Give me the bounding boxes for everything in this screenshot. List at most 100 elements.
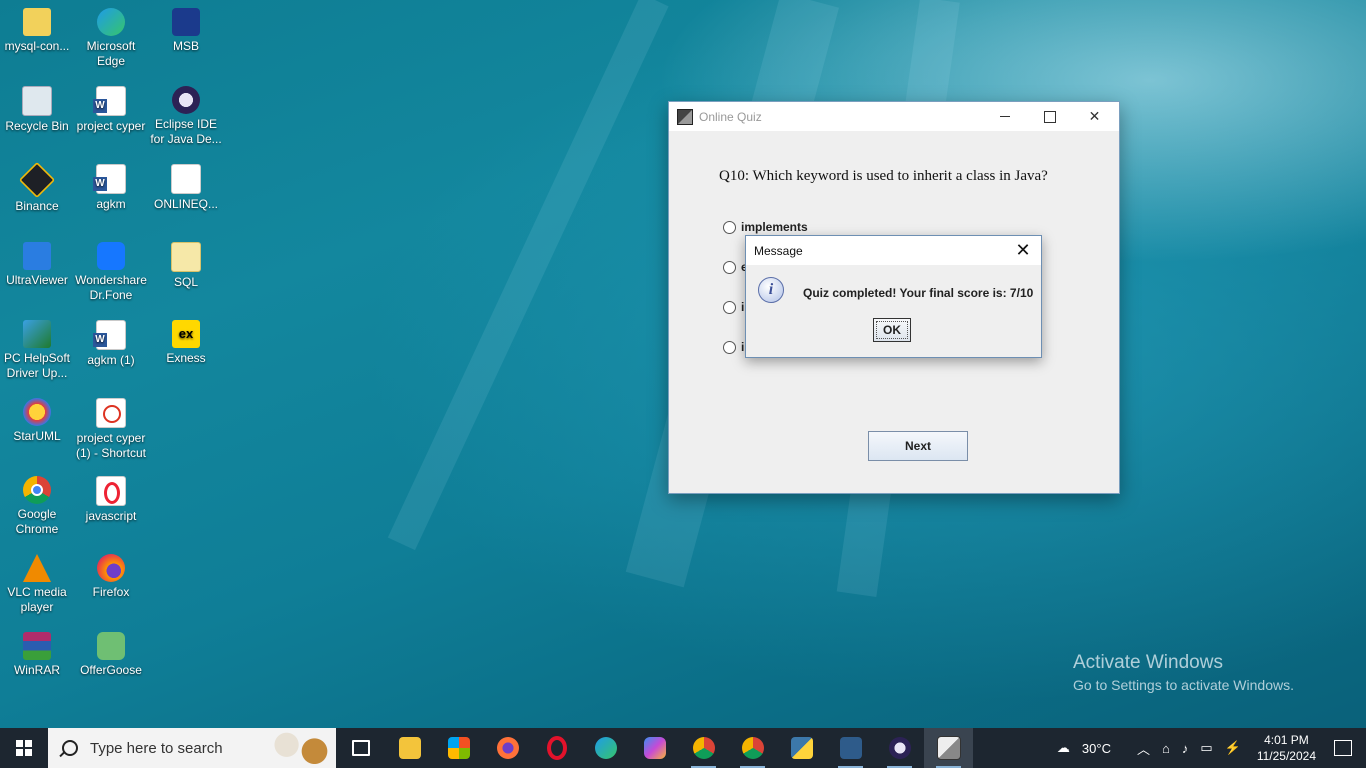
system-tray: ☁ 30°C ︿ ⌂ ♪ ▭ ⚡ 4:01 PM 11/25/2024 — [1051, 728, 1366, 768]
notification-center-icon[interactable] — [1334, 740, 1352, 756]
desktop-icon-label: VLC media player — [7, 585, 67, 614]
desktop-icon-agkm[interactable]: agkm — [74, 160, 148, 212]
desktop-icon-label: Recycle Bin — [5, 119, 69, 133]
desktop-icon-label: Wondershare Dr.Fone — [75, 273, 147, 302]
taskbar-java-app[interactable] — [924, 728, 973, 768]
desktop-icon-project-cyper[interactable]: project cyper — [74, 82, 148, 134]
taskbar-chrome-1[interactable] — [679, 728, 728, 768]
window-titlebar[interactable]: Online Quiz ✕ — [669, 102, 1119, 131]
desktop-icon-winrar[interactable]: WinRAR — [0, 628, 74, 678]
search-icon — [62, 740, 78, 756]
search-highlight-image — [268, 732, 330, 764]
desktop-icon-label: Microsoft Edge — [86, 39, 136, 68]
radio-button[interactable] — [723, 260, 736, 274]
desktop-icon-pc-helpsoft[interactable]: PC HelpSoft Driver Up... — [0, 316, 74, 381]
start-button[interactable] — [0, 728, 48, 768]
java-file-icon — [171, 164, 201, 194]
desktop-icon-label: MSB — [172, 39, 199, 53]
taskbar: Type here to search ☁ 30°C ︿ ⌂ ♪ ▭ ⚡ 4:0… — [0, 728, 1366, 768]
taskbar-mysql-workbench[interactable] — [826, 728, 875, 768]
maximize-icon — [1043, 110, 1056, 123]
radio-button[interactable] — [723, 340, 736, 354]
desktop-icon-onlinequiz[interactable]: ONLINEQ... — [149, 160, 223, 212]
volume-icon[interactable]: ♪ — [1182, 741, 1189, 756]
taskbar-edge[interactable] — [581, 728, 630, 768]
taskbar-microsoft-store[interactable] — [434, 728, 483, 768]
desktop-icon-project-cyper-shortcut[interactable]: project cyper (1) - Shortcut — [74, 394, 148, 461]
desktop-icon-agkm-1[interactable]: agkm (1) — [74, 316, 148, 368]
java-app-icon — [677, 108, 693, 125]
desktop-icon-binance[interactable]: Binance — [0, 160, 74, 214]
desktop-icon-microsoft-edge[interactable]: Microsoft Edge — [74, 4, 148, 69]
edge-icon — [594, 737, 617, 759]
option-2[interactable]: e — [723, 260, 748, 274]
weather-icon[interactable]: ☁ — [1057, 740, 1070, 756]
desktop-icon-sql[interactable]: SQL — [149, 238, 223, 290]
winrar-icon — [23, 632, 51, 660]
taskbar-file-explorer[interactable] — [385, 728, 434, 768]
taskbar-python[interactable] — [777, 728, 826, 768]
weather-temperature[interactable]: 30°C — [1082, 741, 1111, 756]
ok-button[interactable]: OK — [873, 318, 911, 342]
close-icon: ✕ — [1015, 240, 1031, 260]
minimize-button[interactable] — [982, 102, 1027, 131]
desktop-icon-label: javascript — [85, 509, 137, 523]
option-1[interactable]: implements — [723, 220, 808, 234]
desktop-icon-offergoose[interactable]: OfferGoose — [74, 628, 148, 678]
desktop-icon-drfone[interactable]: Wondershare Dr.Fone — [74, 238, 148, 303]
taskbar-copilot[interactable] — [630, 728, 679, 768]
desktop-icon-exness[interactable]: ex Exness — [149, 316, 223, 366]
offergoose-icon — [97, 632, 125, 660]
opera-file-icon — [96, 476, 126, 506]
python-icon — [790, 737, 813, 759]
desktop-icon-label: agkm (1) — [87, 353, 135, 367]
option-label: implements — [741, 220, 808, 234]
staruml-icon — [23, 398, 51, 426]
vlc-icon — [23, 554, 51, 582]
folder-icon — [23, 8, 51, 36]
taskbar-firefox[interactable] — [483, 728, 532, 768]
message-dialog: Message ✕ i Quiz completed! Your final s… — [745, 235, 1042, 358]
meet-now-icon[interactable]: ⌂ — [1162, 741, 1170, 756]
msb-icon — [172, 8, 200, 36]
desktop-icon-label: project cyper (1) - Shortcut — [75, 431, 147, 460]
task-view-icon — [351, 740, 370, 756]
taskbar-eclipse[interactable] — [875, 728, 924, 768]
dialog-close-button[interactable]: ✕ — [1011, 239, 1035, 261]
dialog-title: Message — [754, 244, 803, 258]
chrome-icon — [741, 737, 764, 759]
maximize-button[interactable] — [1027, 102, 1072, 131]
radio-button[interactable] — [723, 220, 736, 234]
desktop-icon-msb[interactable]: MSB — [149, 4, 223, 54]
show-hidden-icons-chevron-icon[interactable]: ︿ — [1137, 739, 1150, 758]
desktop-icon-label: mysql-con... — [4, 39, 70, 53]
desktop-icon-label: UltraViewer — [6, 273, 68, 287]
desktop-icon-javascript[interactable]: javascript — [74, 472, 148, 524]
desktop-icon-eclipse[interactable]: Eclipse IDE for Java De... — [149, 82, 223, 147]
taskbar-opera[interactable] — [532, 728, 581, 768]
desktop-icon-ultraviewer[interactable]: UltraViewer — [0, 238, 74, 288]
desktop-icon-vlc[interactable]: VLC media player — [0, 550, 74, 615]
network-icon[interactable]: ⚡ — [1225, 740, 1241, 756]
task-view-button[interactable] — [336, 728, 385, 768]
dialog-titlebar[interactable]: Message ✕ — [746, 236, 1041, 265]
binance-icon — [18, 161, 56, 199]
desktop-icon-firefox[interactable]: Firefox — [74, 550, 148, 600]
desktop-icon-label: Exness — [166, 351, 206, 365]
desktop-icon-recycle-bin[interactable]: Recycle Bin — [0, 82, 74, 134]
next-button[interactable]: Next — [868, 431, 968, 461]
taskbar-clock[interactable]: 4:01 PM 11/25/2024 — [1257, 732, 1316, 764]
desktop-icon-mysql-connector[interactable]: mysql-con... — [0, 4, 74, 54]
ultraviewer-icon — [23, 242, 51, 270]
recycle-bin-icon — [22, 86, 52, 116]
radio-button[interactable] — [723, 300, 736, 314]
battery-icon[interactable]: ▭ — [1200, 740, 1212, 756]
taskbar-chrome-2[interactable] — [728, 728, 777, 768]
desktop-icon-label: WinRAR — [13, 663, 60, 677]
desktop-icon-staruml[interactable]: StarUML — [0, 394, 74, 444]
desktop-icon-google-chrome[interactable]: Google Chrome — [0, 472, 74, 537]
close-button[interactable]: ✕ — [1072, 102, 1117, 131]
taskbar-search-box[interactable]: Type here to search — [48, 728, 336, 768]
desktop-icon-label: Google Chrome — [15, 507, 59, 536]
microsoft-store-icon — [447, 737, 470, 759]
